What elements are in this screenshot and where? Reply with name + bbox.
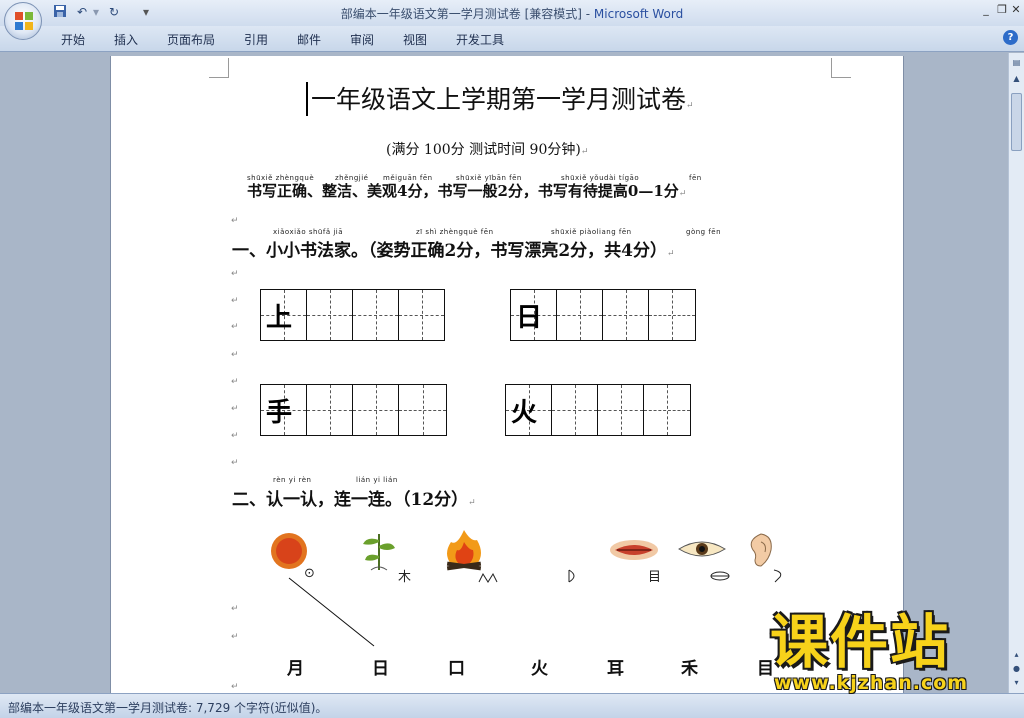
tab-page-layout[interactable]: 页面布局	[167, 31, 215, 48]
scrollbar-thumb[interactable]	[1011, 93, 1022, 151]
office-logo-icon	[15, 12, 33, 30]
scroll-up-icon[interactable]: ▲	[1011, 73, 1022, 85]
select-browse-object-icon[interactable]: ●	[1011, 663, 1022, 675]
tab-developer[interactable]: 开发工具	[456, 31, 504, 48]
watermark: 课件站 www.kjzhan.com	[770, 612, 968, 694]
answer-char: 月	[287, 659, 304, 679]
next-page-icon[interactable]: ▾	[1011, 677, 1022, 689]
window-title: 部编本一年级语文第一学月测试卷 [兼容模式] - Microsoft Word	[0, 5, 1024, 22]
status-bar: 部编本一年级语文第一学月测试卷: 7,729 个字符(近似值)。	[0, 693, 1024, 718]
help-icon[interactable]: ?	[1003, 30, 1018, 45]
match-line	[288, 577, 375, 647]
tab-mailings[interactable]: 邮件	[297, 31, 321, 48]
ribbon-tabs: 开始 插入 页面布局 引用 邮件 审阅 视图 开发工具 ?	[0, 26, 1024, 52]
document-title: 部编本一年级语文第一学月测试卷 [兼容模式] -	[340, 7, 594, 21]
answer-char: 口	[448, 659, 465, 679]
close-icon[interactable]: ✕	[1008, 3, 1024, 17]
status-text: 部编本一年级语文第一学月测试卷: 7,729 个字符(近似值)。	[8, 701, 328, 715]
tab-insert[interactable]: 插入	[114, 31, 138, 48]
answer-char: 日	[372, 659, 389, 679]
answer-char: 禾	[681, 659, 698, 679]
watermark-logo: 课件站	[770, 608, 951, 676]
answer-char: 耳	[607, 659, 624, 679]
application-name: Microsoft Word	[593, 7, 684, 21]
grid-character: 火	[511, 398, 538, 428]
paragraph-mark: ↵	[231, 632, 239, 642]
title-bar: ↶ ▾ ↻ ▾ 部编本一年级语文第一学月测试卷 [兼容模式] - Microso…	[0, 0, 1024, 40]
document-area[interactable]: 一年级语文上学期第一学月测试卷↵ (满分 100分 测试时间 90分钟)↵ sh…	[0, 53, 1008, 693]
document-page[interactable]: 一年级语文上学期第一学月测试卷↵ (满分 100分 测试时间 90分钟)↵ sh…	[110, 56, 904, 693]
watermark-url: www.kjzhan.com	[774, 672, 969, 694]
tab-view[interactable]: 视图	[403, 31, 427, 48]
minimize-icon[interactable]: _	[978, 3, 994, 17]
answer-char: 火	[531, 659, 548, 679]
grid-character: 日	[516, 303, 543, 333]
ruler-toggle-icon[interactable]: ▤	[1011, 57, 1022, 69]
paragraph-mark: ↵	[231, 604, 239, 614]
paragraph-mark: ↵	[231, 682, 239, 692]
previous-page-icon[interactable]: ▴	[1011, 649, 1022, 661]
vertical-scrollbar[interactable]: ▤ ▲ ▴ ● ▾	[1008, 53, 1024, 693]
tab-home[interactable]: 开始	[61, 31, 85, 48]
grid-character: 手	[266, 398, 293, 428]
grid-character: 上	[266, 303, 293, 333]
tab-references[interactable]: 引用	[244, 31, 268, 48]
tab-review[interactable]: 审阅	[350, 31, 374, 48]
office-button[interactable]	[4, 2, 42, 40]
